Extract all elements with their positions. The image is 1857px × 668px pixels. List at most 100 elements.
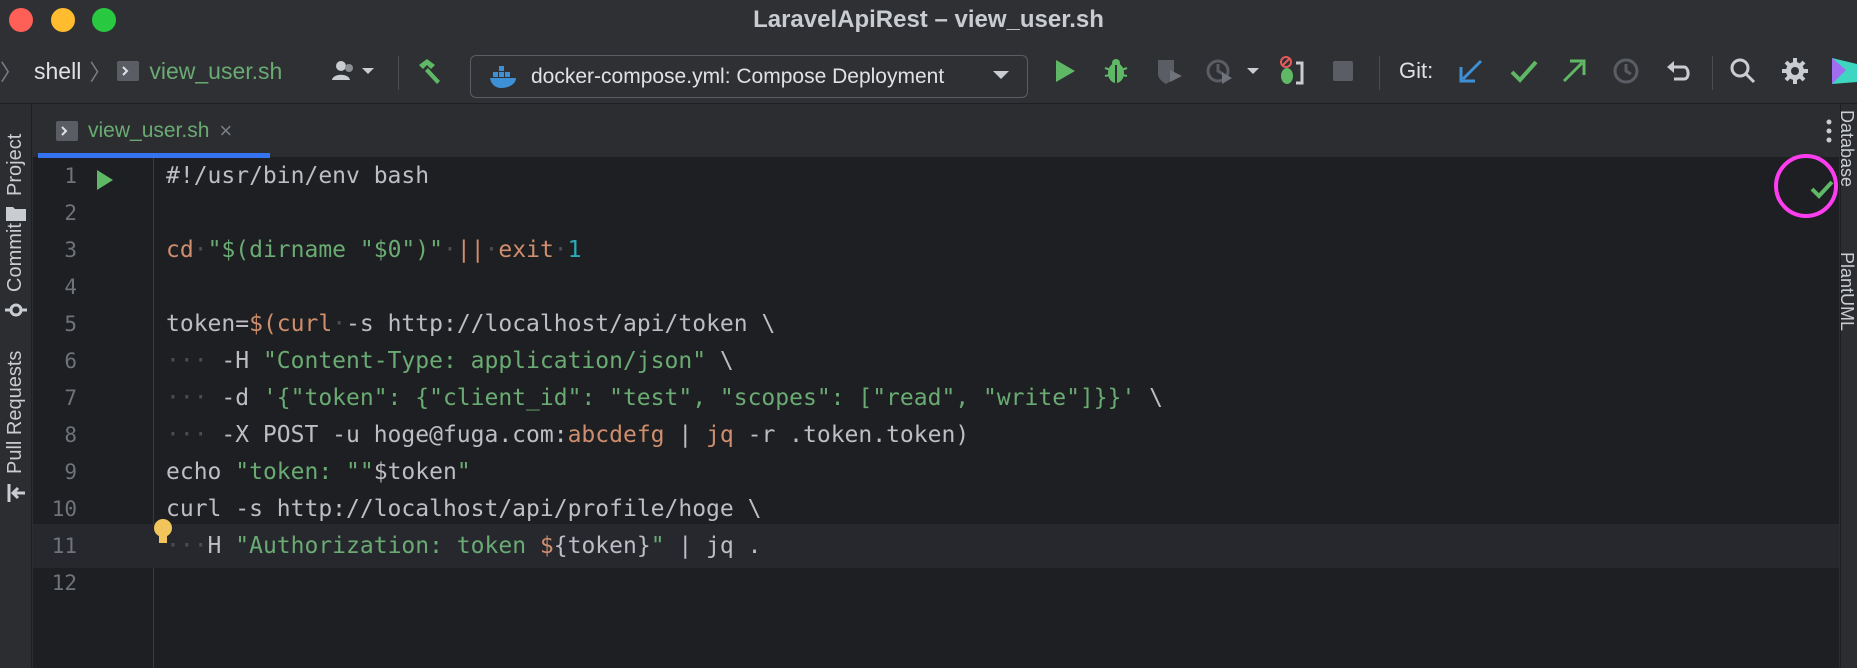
debug-button[interactable]: [1101, 38, 1131, 104]
tool-window-pull-requests[interactable]: Pull Requests: [4, 351, 27, 474]
toolbar-divider: [1379, 56, 1380, 90]
chevron-down-icon: [362, 68, 374, 74]
code-token: -s http://localhost/api/token \: [346, 311, 776, 337]
code-token: ·: [442, 237, 457, 263]
chevron-down-icon: [1247, 68, 1259, 74]
breadcrumb-item-file[interactable]: view_user.sh: [149, 58, 282, 85]
debug-attach-icon: [1280, 56, 1304, 85]
code-token: curl -s http://localhost/api/profile/hog…: [166, 496, 762, 522]
pull-request-icon[interactable]: [5, 482, 27, 504]
lightbulb-icon[interactable]: [152, 518, 174, 546]
code-token: ·: [193, 237, 208, 263]
run-button[interactable]: [1052, 38, 1078, 104]
user-icon: [332, 61, 353, 80]
code-token: )": [415, 237, 443, 263]
chevron-right-icon: 〉: [89, 60, 112, 85]
code-token: ||: [456, 237, 485, 263]
commit-icon[interactable]: [5, 300, 27, 320]
tab-options-button[interactable]: [1819, 118, 1839, 144]
code-token: "token: ": [235, 459, 360, 485]
highlight-annotation: [1774, 154, 1838, 218]
profiler-icon: [1206, 59, 1232, 84]
code-token: ···: [166, 348, 208, 374]
docker-icon: [490, 65, 516, 88]
play-icon: [1056, 60, 1075, 82]
code-token: "Content-Type: application/json": [262, 348, 707, 374]
arrow-down-left-icon: [1459, 59, 1483, 83]
code-token: '{"token": {"client_id": "test", "scopes…: [262, 385, 1136, 411]
stop-button[interactable]: [1333, 38, 1353, 104]
code-token: ·: [332, 311, 347, 337]
shell-file-icon: [56, 121, 78, 141]
toolbar-divider: [398, 56, 399, 90]
code-token: ·: [484, 237, 499, 263]
git-history-button[interactable]: [1612, 38, 1640, 104]
code-line[interactable]: 12: [33, 561, 1839, 605]
chevron-right-icon: 〉: [0, 60, 23, 85]
code-token: ···: [166, 422, 208, 448]
profile-button[interactable]: [1204, 38, 1234, 104]
git-push-button[interactable]: [1560, 38, 1588, 104]
shield-run-icon: [1158, 60, 1182, 84]
window-title: LaravelApiRest – view_user.sh: [753, 6, 1104, 33]
stop-icon: [1333, 61, 1353, 81]
code-token: -H: [207, 348, 263, 374]
git-rollback-button[interactable]: [1664, 38, 1692, 104]
run-configuration-selector[interactable]: docker-compose.yml: Compose Deployment: [470, 55, 1028, 98]
tool-window-plantuml[interactable]: PlantUML: [1841, 252, 1857, 331]
code-token: | jq .: [664, 533, 762, 559]
code-token: {token}: [553, 533, 651, 559]
tool-window-commit[interactable]: Commit: [4, 223, 27, 292]
run-config-label: docker-compose.yml: Compose Deployment: [531, 64, 945, 88]
line-number: 12: [51, 571, 77, 595]
left-tool-strip: Project Commit Pull Requests: [0, 104, 32, 668]
settings-button[interactable]: [1781, 38, 1809, 104]
code-token: abcdefg: [567, 422, 665, 448]
search-icon: [1730, 58, 1756, 84]
bug-icon: [1104, 59, 1128, 83]
undo-icon: [1667, 61, 1690, 81]
code-token: "$(dirname: [207, 237, 360, 263]
code-token: ·: [553, 237, 568, 263]
code-token: ": [456, 459, 471, 485]
search-everywhere-button[interactable]: [1729, 38, 1757, 104]
shell-file-icon: [117, 61, 140, 81]
code-token: $token: [373, 459, 457, 485]
close-icon[interactable]: ×: [219, 118, 232, 144]
code-token: #!/usr/bin/env bash: [166, 163, 430, 189]
code-token: ": [359, 459, 374, 485]
jetbrains-logo-icon: [1832, 58, 1857, 84]
build-button[interactable]: [413, 38, 445, 104]
code-token: -d: [207, 385, 263, 411]
breadcrumb-item-shell[interactable]: shell: [34, 58, 81, 85]
chevron-down-icon: [993, 71, 1009, 79]
hammer-icon: [419, 59, 440, 84]
git-label: Git:: [1399, 58, 1434, 83]
title-bar: LaravelApiRest – view_user.sh: [0, 0, 1857, 38]
ide-logo[interactable]: [1830, 38, 1857, 104]
code-token: jq: [706, 422, 734, 448]
run-gutter-icon[interactable]: [95, 168, 115, 192]
tab-view-user-sh[interactable]: view_user.sh ×: [38, 104, 270, 158]
user-dropdown[interactable]: [330, 38, 376, 104]
git-commit-button[interactable]: [1509, 38, 1539, 104]
tool-window-database[interactable]: Database: [1841, 110, 1857, 187]
tool-window-project[interactable]: Project: [4, 134, 27, 196]
code-token: "Authorization: token: [235, 533, 540, 559]
code-token: -r .token.token): [733, 422, 970, 448]
git-update-button[interactable]: [1457, 38, 1485, 104]
code-token: H: [207, 533, 236, 559]
attach-debugger-button[interactable]: [1276, 38, 1308, 104]
folder-icon[interactable]: [5, 204, 27, 222]
code-editor[interactable]: 1 #!/usr/bin/env bash 2 3 cd·"$(dirname "$0"…: [33, 158, 1839, 668]
right-tool-strip: Database PlantUML: [1840, 104, 1857, 668]
code-token: cd: [166, 237, 194, 263]
checkmark-icon: [1510, 60, 1538, 83]
more-run-options-dropdown[interactable]: [1245, 38, 1261, 104]
coverage-button[interactable]: [1154, 38, 1184, 104]
toolbar-divider: [1712, 56, 1713, 90]
code-token: |: [664, 422, 707, 448]
git-section: Git:: [1399, 38, 1433, 104]
code-token: \: [1135, 385, 1164, 411]
gear-icon: [1782, 58, 1808, 84]
